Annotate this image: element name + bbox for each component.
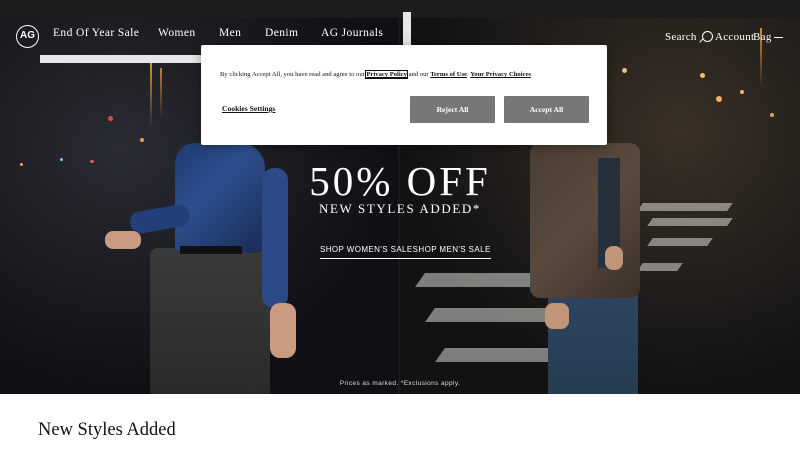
consent-text-middle: and our <box>406 71 431 78</box>
hero-cta-row: SHOP WOMEN'S SALESHOP MEN'S SALE <box>320 245 491 259</box>
man-hand <box>545 303 569 329</box>
nav-men[interactable]: Men <box>219 27 241 39</box>
shop-mens-sale-link[interactable]: SHOP MEN'S SALE <box>413 245 491 254</box>
city-light <box>622 68 627 73</box>
city-light <box>140 138 144 142</box>
woman-hand <box>270 303 296 358</box>
woman-jeans <box>150 248 270 394</box>
crosswalk-stripe <box>435 348 565 362</box>
crosswalk-stripe <box>647 218 733 226</box>
city-light <box>770 113 774 117</box>
section-title: New Styles Added <box>38 420 176 440</box>
bag-link[interactable]: Bag <box>753 31 772 43</box>
city-light <box>108 116 113 121</box>
crosswalk-stripe <box>647 238 713 246</box>
consent-text-prefix: By clicking Accept All, you have read an… <box>220 71 367 78</box>
woman-belt <box>180 246 242 254</box>
shop-womens-sale-link[interactable]: SHOP WOMEN'S SALE <box>320 245 413 254</box>
nav-end-of-year-sale[interactable]: End Of Year Sale <box>53 27 139 39</box>
menu-icon[interactable] <box>774 37 783 39</box>
nav-ag-journals[interactable]: AG Journals <box>321 27 383 39</box>
search-link[interactable]: Search <box>665 31 697 43</box>
city-light <box>700 73 705 78</box>
city-light <box>716 96 722 102</box>
privacy-policy-link[interactable]: Privacy Policy <box>365 70 408 79</box>
cookies-settings-link[interactable]: Cookies Settings <box>222 104 275 113</box>
light-streak <box>160 68 162 118</box>
accept-all-button[interactable]: Accept All <box>504 96 589 123</box>
light-streak <box>150 58 152 128</box>
city-light <box>740 90 744 94</box>
man-jeans <box>548 283 638 394</box>
hero-title: 50% OFF <box>309 158 491 204</box>
crosswalk-stripe <box>637 263 683 271</box>
woman-hand <box>105 231 141 249</box>
account-link[interactable]: Account <box>715 31 754 43</box>
nav-women[interactable]: Women <box>158 27 195 39</box>
hero-subtitle: NEW STYLES ADDED* <box>318 201 481 216</box>
top-announcement-bar <box>0 0 800 18</box>
search-icon[interactable] <box>702 31 713 42</box>
cookie-consent-text: By clicking Accept All, you have read an… <box>220 70 531 79</box>
terms-of-use-link[interactable]: Terms of Use <box>430 71 467 78</box>
reject-all-button[interactable]: Reject All <box>410 96 495 123</box>
hero-disclaimer: Prices as marked. *Exclusions apply. <box>339 380 461 387</box>
ag-logo-icon[interactable]: AG <box>16 25 39 48</box>
man-hand <box>605 246 623 270</box>
privacy-choices-link[interactable]: Your Privacy Choices <box>470 71 531 78</box>
cookie-consent-modal: By clicking Accept All, you have read an… <box>201 45 607 145</box>
nav-denim[interactable]: Denim <box>265 27 298 39</box>
